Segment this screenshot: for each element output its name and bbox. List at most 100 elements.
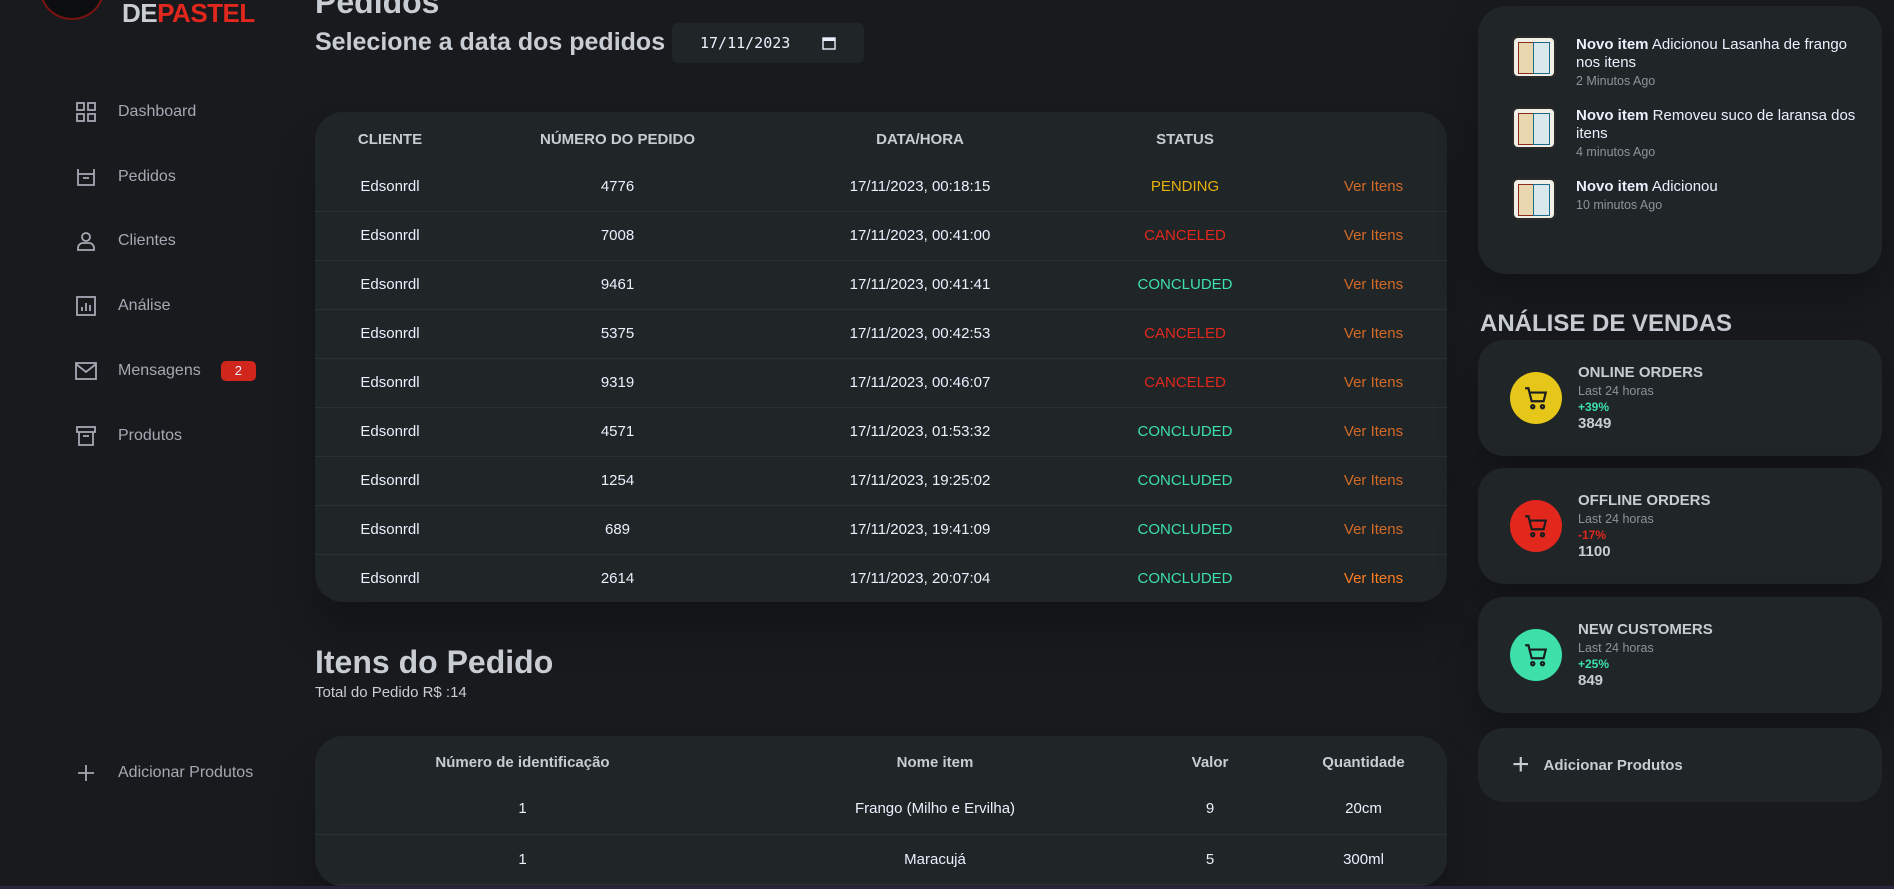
cell-data: 17/11/2023, 19:25:02: [770, 456, 1070, 506]
cell-nome: Maracujá: [730, 834, 1140, 885]
cell-cliente: Edsonrdl: [315, 505, 465, 555]
header-status: STATUS: [1156, 130, 1214, 148]
stat-value: 849: [1578, 672, 1604, 689]
updates-card: Novo item Adicionou Lasanha de frango no…: [1478, 6, 1882, 274]
cell-nome: Frango (Milho e Ervilha): [730, 784, 1140, 835]
logo: [40, 0, 104, 20]
ver-itens-link[interactable]: Ver Itens: [1300, 554, 1447, 602]
update-time: 2 Minutos Ago: [1576, 74, 1656, 88]
brand-part-de: DE: [122, 0, 158, 28]
mail-icon: [75, 362, 97, 380]
menu-book-icon: [1512, 178, 1556, 220]
cell-data: 17/11/2023, 00:46:07: [770, 358, 1070, 408]
plus-icon: [78, 765, 94, 781]
sidebar-item-label: Pedidos: [118, 168, 176, 185]
cell-data: 17/11/2023, 00:41:41: [770, 260, 1070, 310]
menu-book-icon: [1512, 36, 1556, 78]
cell-data: 17/11/2023, 19:41:09: [770, 505, 1070, 555]
sidebar-add-products[interactable]: Adicionar Produtos: [74, 757, 253, 789]
cell-status: CONCLUDED: [1137, 570, 1233, 588]
cell-id: 1: [315, 834, 730, 885]
table-row: Edsonrdl 7008 17/11/2023, 00:41:00 CANCELED…: [315, 211, 1447, 261]
cell-numero: 4571: [465, 407, 770, 457]
ver-itens-link[interactable]: Ver Itens: [1300, 309, 1447, 359]
cell-numero: 2614: [600, 570, 635, 588]
update-time: 4 minutos Ago: [1576, 145, 1656, 159]
table-row: Edsonrdl 5375 17/11/2023, 00:42:53 CANCELED…: [315, 309, 1447, 359]
cell-cliente: Edsonrdl: [315, 456, 465, 506]
stat-card-customers: NEW CUSTOMERS Last 24 horas +25% 849: [1478, 597, 1882, 713]
cell-id: 1: [315, 784, 730, 835]
items-header-row: Número de identificação Nome item Valor …: [315, 736, 1447, 784]
update-text: Novo item Removeu suco de laransa dos it…: [1576, 107, 1866, 143]
header-numero: NÚMERO DO PEDIDO: [539, 130, 695, 148]
stat-sub: Last 24 horas: [1578, 641, 1654, 655]
add-products-button[interactable]: + Adicionar Produtos: [1478, 728, 1882, 802]
brand-part-pastel: PASTEL: [157, 0, 255, 28]
cell-numero: 5375: [465, 309, 770, 359]
cell-numero: 4776: [465, 162, 770, 212]
date-input[interactable]: 17/11/2023: [672, 23, 864, 63]
sidebar-item-clientes[interactable]: Clientes: [74, 225, 176, 257]
sidebar-item-mensagens[interactable]: Mensagens 2: [74, 355, 256, 387]
add-products-label: Adicionar Produtos: [1543, 756, 1683, 774]
sidebar-item-dashboard[interactable]: Dashboard: [74, 96, 196, 128]
cell-cliente: Edsonrdl: [315, 358, 465, 408]
cell-data: 17/11/2023, 00:18:15: [770, 162, 1070, 212]
stat-body: ONLINE ORDERS Last 24 horas +39% 3849: [1578, 364, 1703, 432]
update-text: Novo item Adicionou: [1576, 178, 1866, 196]
cell-numero: 7008: [465, 211, 770, 261]
cell-data: 17/11/2023, 00:42:53: [770, 309, 1070, 359]
table-row: Edsonrdl 2614 17/11/2023, 20:07:04 CONCLUDE…: [315, 554, 1447, 602]
sidebar-item-pedidos[interactable]: Pedidos: [74, 161, 176, 193]
cell-valor: 9: [1140, 784, 1280, 835]
stat-body: NEW CUSTOMERS Last 24 horas +25% 849: [1578, 621, 1713, 689]
update-text: Novo item Adicionou Lasanha de frango no…: [1576, 36, 1866, 72]
items-table-card: Número de identificação Nome item Valor …: [315, 736, 1447, 886]
update-item: Novo item Removeu suco de laransa dos it…: [1512, 107, 1866, 159]
ver-itens-link[interactable]: Ver Itens: [1300, 211, 1447, 261]
stat-pct: -17%: [1578, 528, 1607, 542]
chart-icon: [76, 296, 96, 316]
cart-icon: [1510, 372, 1562, 424]
ver-itens-link[interactable]: Ver Itens: [1300, 456, 1447, 506]
analysis-title: ANÁLISE DE VENDAS: [1480, 310, 1733, 337]
cell-status: CANCELED: [1070, 211, 1300, 261]
update-time: 10 minutos Ago: [1576, 198, 1663, 212]
sidebar-item-analise[interactable]: Análise: [74, 290, 170, 322]
sidebar-item-label: Clientes: [118, 232, 176, 249]
header-cliente: CLIENTE: [357, 130, 423, 148]
table-row: Edsonrdl 9461 17/11/2023, 00:41:41 CONCLUDE…: [315, 260, 1447, 310]
sidebar-item-produtos[interactable]: Produtos: [74, 420, 182, 452]
ver-itens-link[interactable]: Ver Itens: [1300, 505, 1447, 555]
table-row: 1 Frango (Milho e Ervilha) 9 20cm: [315, 784, 1447, 835]
sidebar-item-label: Dashboard: [118, 103, 197, 120]
archive-icon: [76, 426, 96, 446]
update-message: Adicionou: [1648, 178, 1718, 195]
ver-itens-link[interactable]: Ver Itens: [1300, 260, 1447, 310]
stat-card-online: ONLINE ORDERS Last 24 horas +39% 3849: [1478, 340, 1882, 456]
brand-name: DEPASTEL: [122, 0, 255, 29]
date-label: Selecione a data dos pedidos: [315, 28, 666, 56]
table-row: Edsonrdl 1254 17/11/2023, 19:25:02 CONCLUDE…: [315, 456, 1447, 506]
cart-icon: [1510, 500, 1562, 552]
date-value: 17/11/2023: [700, 34, 791, 52]
calendar-icon[interactable]: [822, 36, 836, 50]
orders-table: CLIENTE NÚMERO DO PEDIDO DATA/HORA STATU…: [315, 112, 1447, 602]
ver-itens-link[interactable]: Ver Itens: [1300, 162, 1447, 212]
items-total: Total do Pedido R$ :14: [315, 684, 467, 701]
cell-data: 17/11/2023, 01:53:32: [770, 407, 1070, 457]
ver-itens-link[interactable]: Ver Itens: [1300, 407, 1447, 457]
cell-cliente: Edsonrdl: [315, 407, 465, 457]
update-strong: Novo item: [1576, 178, 1649, 195]
sidebar: DEPASTEL Dashboard Pedidos Clientes Anál…: [0, 0, 300, 889]
ver-itens-link[interactable]: Ver Itens: [1300, 358, 1447, 408]
cell-status: CONCLUDED: [1070, 260, 1300, 310]
sidebar-item-label: Mensagens: [118, 362, 201, 379]
message-count-badge: 2: [220, 361, 256, 381]
items-title: Itens do Pedido: [315, 644, 554, 680]
sidebar-item-label: Produtos: [118, 427, 183, 444]
update-item: Novo item Adicionou Lasanha de frango no…: [1512, 36, 1866, 88]
stat-card-offline: OFFLINE ORDERS Last 24 horas -17% 1100: [1478, 468, 1882, 584]
update-strong: Novo item: [1576, 36, 1649, 53]
